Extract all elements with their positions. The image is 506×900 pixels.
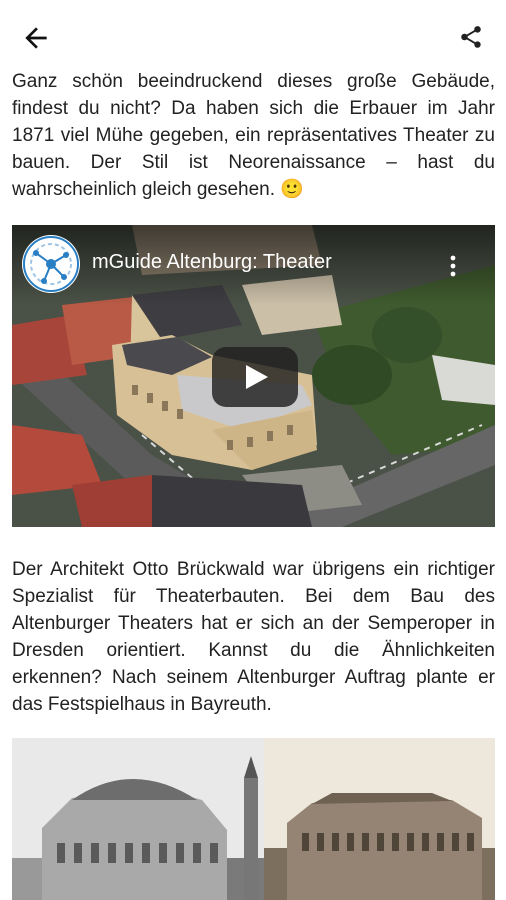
share-icon — [461, 26, 481, 48]
video-more-button[interactable] — [449, 255, 457, 277]
more-vertical-icon — [450, 255, 456, 277]
play-icon — [246, 365, 268, 389]
intro-paragraph: Ganz schön beeindruckend dieses große Ge… — [12, 71, 495, 200]
historic-comparison-image — [12, 738, 495, 900]
video-title[interactable]: mGuide Altenburg: Theater — [92, 251, 332, 274]
app-bar — [0, 0, 506, 72]
historic-photos — [12, 738, 495, 900]
video-player[interactable]: mGuide Altenburg: Theater — [12, 225, 495, 527]
architect-paragraph: Der Architekt Otto Brückwald war übrigen… — [12, 559, 495, 715]
play-button[interactable] — [212, 347, 298, 407]
share-button[interactable] — [458, 24, 484, 50]
arrow-left-icon — [25, 27, 47, 49]
mguide-logo-icon — [23, 236, 79, 292]
channel-avatar[interactable] — [22, 235, 80, 293]
back-button[interactable] — [20, 22, 52, 54]
